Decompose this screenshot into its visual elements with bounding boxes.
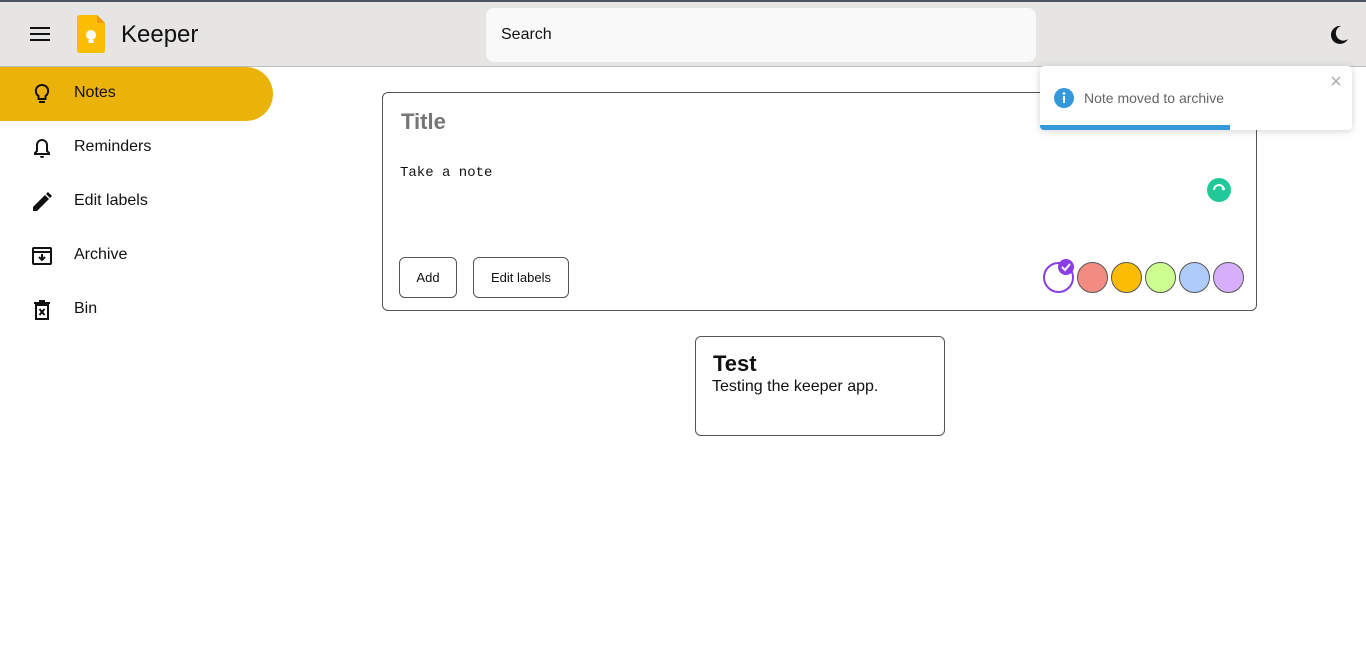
toast-message: Note moved to archive: [1084, 90, 1225, 106]
color-swatch-green[interactable]: [1145, 262, 1176, 293]
color-swatch-red[interactable]: [1077, 262, 1108, 293]
sidebar-item-label: Reminders: [74, 138, 152, 155]
note-card[interactable]: Test Testing the keeper app.: [695, 336, 945, 436]
color-swatch-purple[interactable]: [1213, 262, 1244, 293]
color-swatch-orange[interactable]: [1111, 262, 1142, 293]
dark-mode-toggle-icon[interactable]: [1327, 23, 1351, 47]
keeper-logo-icon: [77, 15, 105, 53]
toast-progress-bar: [1040, 125, 1231, 130]
bin-icon: [34, 300, 50, 320]
info-icon: [1054, 88, 1074, 108]
close-icon[interactable]: [1329, 74, 1343, 88]
sidebar-item-notes[interactable]: Notes: [0, 67, 273, 121]
sidebar-item-archive[interactable]: Archive: [0, 229, 275, 283]
note-body-input[interactable]: Take a note: [400, 165, 492, 181]
sidebar-item-bin[interactable]: Bin: [0, 283, 275, 337]
bell-icon: [34, 138, 50, 158]
sidebar-item-edit-labels[interactable]: Edit labels: [0, 175, 275, 229]
hamburger-icon: [30, 27, 50, 41]
search-input[interactable]: [486, 8, 1036, 62]
add-button[interactable]: Add: [399, 257, 457, 298]
top-bar: Keeper: [0, 0, 1366, 67]
loading-spinner-icon: [1207, 178, 1231, 202]
archive-icon: [32, 247, 52, 265]
selected-check-icon: [1058, 259, 1074, 275]
sidebar-item-label: Archive: [74, 246, 128, 263]
sidebar-item-reminders[interactable]: Reminders: [0, 121, 275, 175]
sidebar-item-label: Notes: [74, 84, 116, 101]
sidebar: Notes Reminders Edit labels Archive Bin: [0, 67, 275, 337]
color-swatch-blue[interactable]: [1179, 262, 1210, 293]
menu-button[interactable]: [22, 20, 58, 48]
sidebar-item-label: Edit labels: [74, 192, 148, 209]
app-title: Keeper: [121, 21, 199, 48]
lightbulb-icon: [34, 83, 50, 103]
toast-notification: Note moved to archive: [1040, 66, 1352, 130]
sidebar-item-label: Bin: [74, 300, 98, 317]
note-body: Testing the keeper app.: [712, 378, 879, 395]
edit-labels-button[interactable]: Edit labels: [473, 257, 569, 298]
note-title: Test: [713, 351, 757, 376]
note-title-input[interactable]: [401, 109, 1001, 135]
pencil-icon: [33, 192, 52, 211]
